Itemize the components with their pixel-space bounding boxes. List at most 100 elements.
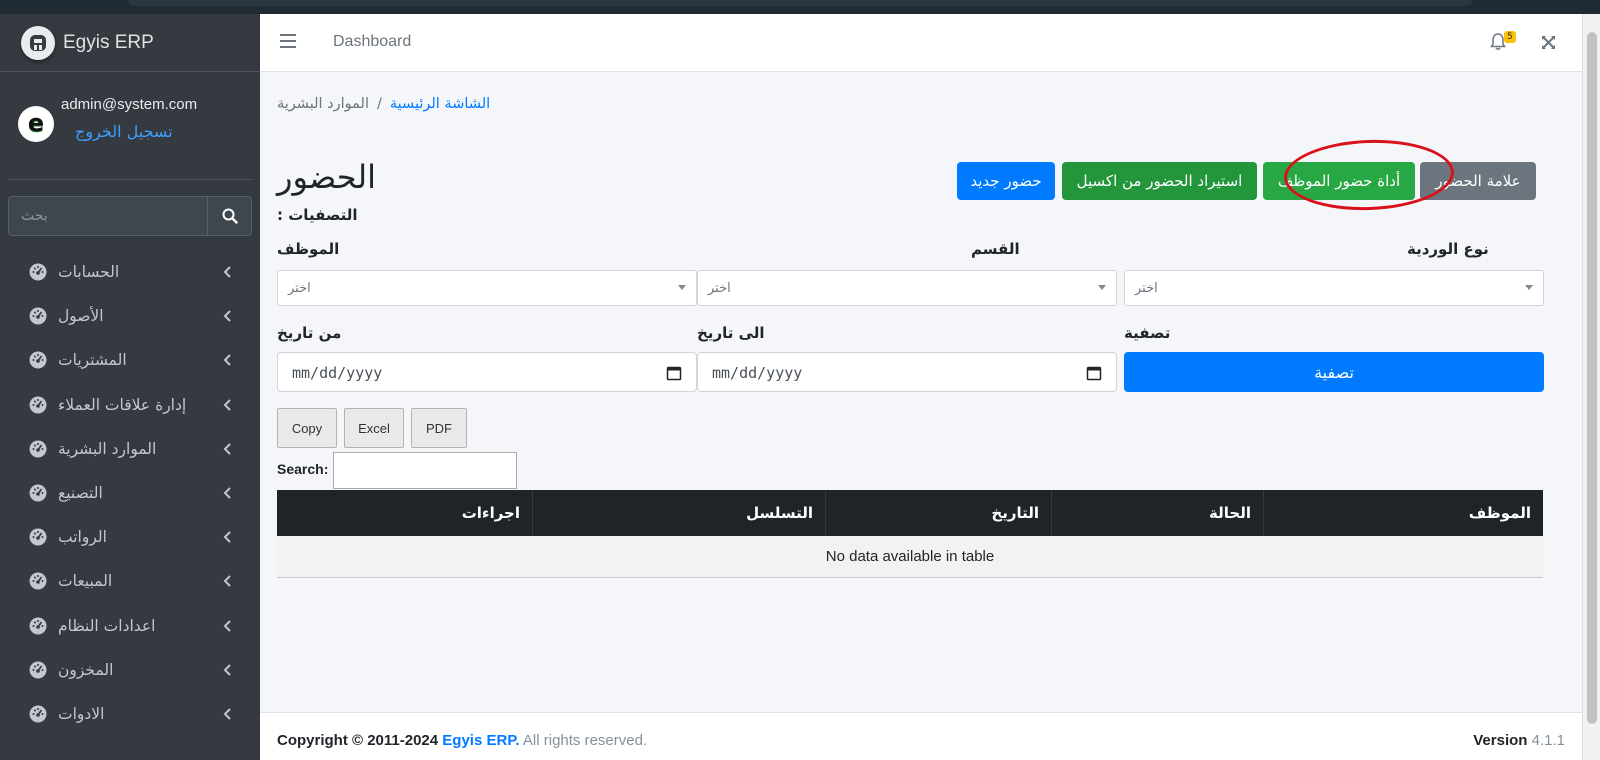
dashboard-gauge-icon [29,351,47,369]
search-button[interactable] [207,197,251,235]
fullscreen-expand-icon[interactable] [1541,35,1556,50]
hamburger-menu-icon[interactable] [280,34,296,48]
department-select-value: اختر [708,281,731,296]
employee-filter-label: الموظف [277,240,340,258]
apply-filter-button[interactable]: تصفية [1124,352,1544,392]
empty-table-row: No data available in table [277,536,1543,578]
import-attendance-excel-button[interactable]: استيراد الحضور من اكسيل [1062,162,1257,200]
page-scrollbar[interactable] [1582,14,1600,760]
new-attendance-button[interactable]: حضور جديد [957,162,1055,200]
brand-link[interactable]: Egyis ERP [0,14,260,72]
table-search-input[interactable] [333,452,517,489]
dashboard-gauge-icon [29,263,47,281]
user-email: admin@system.com [61,96,198,113]
excel-export-button[interactable]: Excel [344,408,404,448]
sidebar-item-label: المخزون [58,660,114,679]
sidebar-item-label: المبيعات [58,572,113,591]
notification-count-badge: 5 [1504,31,1516,43]
chevron-left-icon [223,443,231,455]
sidebar-item-crm[interactable]: إدارة علاقات العملاء [0,383,260,427]
column-header-date[interactable]: التاريخ [825,490,1051,536]
column-header-sequence[interactable]: التسلسل [532,490,825,536]
from-date-label: من تاريخ [277,324,342,342]
department-select[interactable]: اختر [697,270,1117,306]
sidebar-item-system-settings[interactable]: اعدادات النظام [0,604,260,648]
chevron-left-icon [223,266,231,278]
chevron-left-icon [223,398,231,411]
to-date-input[interactable]: mm/dd/yyyy [697,352,1117,392]
chevron-left-icon [223,310,231,322]
sidebar-item-manufacturing[interactable]: التصنيع [0,471,260,515]
table-header: الموظف الحالة التاريخ التسلسل اجراءات [277,490,1543,536]
to-date-label: الى تاريخ [697,324,765,342]
top-navbar: Dashboard 5 [260,14,1582,72]
dashboard-gauge-icon [29,661,47,679]
dashboard-gauge-icon [29,705,47,723]
dropdown-arrow-icon [678,285,686,290]
browser-address-strip [128,0,1473,6]
footer-company-link[interactable]: Egyis ERP. [442,732,519,749]
shift-type-select[interactable]: اختر [1124,270,1544,306]
shift-type-select-value: اختر [1135,281,1158,296]
column-header-actions[interactable]: اجراءات [277,490,532,536]
svg-text:e: e [28,109,44,137]
calendar-icon[interactable] [1086,365,1102,381]
sidebar-item-sales[interactable]: المبيعات [0,559,260,603]
copy-export-button[interactable]: Copy [277,408,337,448]
sidebar-item-inventory[interactable]: المخزون [0,648,260,692]
sidebar-item-label: التصنيع [58,484,103,503]
dashboard-gauge-icon [29,396,47,414]
user-avatar[interactable]: ee [18,106,54,142]
chevron-left-icon [223,619,231,632]
from-date-input[interactable]: mm/dd/yyyy [277,352,697,392]
sidebar-item-label: الحسابات [58,263,120,282]
sidebar-item-payroll[interactable]: الرواتب [0,515,260,559]
sidebar-item-purchases[interactable]: المشتريات [0,338,260,382]
sidebar-item-assets[interactable]: الأصول [0,294,260,338]
calendar-icon[interactable] [666,365,682,381]
filters-heading: : التصفيات [277,206,358,224]
sidebar: Egyis ERP ee admin@system.com تسجيل الخر… [0,14,260,760]
page-title: الحضور [277,158,377,196]
shift-type-filter-label: نوع الوردية [1407,240,1489,258]
brand-name: Egyis ERP [63,31,154,53]
footer: Copyright © 2011-2024 Egyis ERP. All rig… [260,712,1582,760]
chevron-left-icon [223,487,231,499]
sidebar-item-tools[interactable]: الادوات [0,692,260,736]
chevron-left-icon [223,354,231,367]
copyright-text: Copyright © 2011-2024 [277,732,439,749]
browser-top-strip [0,0,1600,14]
version-label: Version [1473,732,1528,749]
dashboard-link[interactable]: Dashboard [333,33,411,51]
sidebar-item-label: إدارة علاقات العملاء [58,395,187,414]
chevron-left-icon [223,708,231,720]
from-date-value: mm/dd/yyyy [292,364,383,382]
scrollbar-thumb[interactable] [1587,32,1597,724]
employee-select[interactable]: اختر [277,270,697,306]
employee-select-value: اختر [288,281,311,296]
sidebar-item-label: اعدادات النظام [58,616,156,635]
pdf-export-button[interactable]: PDF [411,408,467,448]
chevron-left-icon [223,575,231,588]
sidebar-item-label: الرواتب [58,528,107,547]
sidebar-item-hr[interactable]: الموارد البشرية [0,427,260,471]
dropdown-arrow-icon [1098,285,1106,290]
sidebar-item-accounts[interactable]: الحسابات [0,250,260,294]
dashboard-gauge-icon [29,528,47,546]
dashboard-gauge-icon [29,307,47,325]
brand-logo-icon [21,25,55,60]
dashboard-gauge-icon [29,617,47,635]
filter-label: تصفية [1124,324,1171,342]
breadcrumb-home-link[interactable]: الشاشة الرئيسية [390,96,490,112]
sidebar-search [8,196,252,236]
column-header-employee[interactable]: الموظف [1263,490,1543,536]
department-filter-label: القسم [971,240,1020,258]
attendance-table: الموظف الحالة التاريخ التسلسل اجراءات No… [277,490,1543,578]
sidebar-item-label: المشتريات [58,351,127,370]
logout-link[interactable]: تسجيل الخروج [75,122,173,141]
chevron-left-icon [223,531,231,543]
footer-version: Version 4.1.1 [1473,732,1565,749]
sidebar-search-input[interactable] [9,197,207,235]
rights-text: All rights reserved. [522,732,648,749]
column-header-status[interactable]: الحالة [1051,490,1263,536]
